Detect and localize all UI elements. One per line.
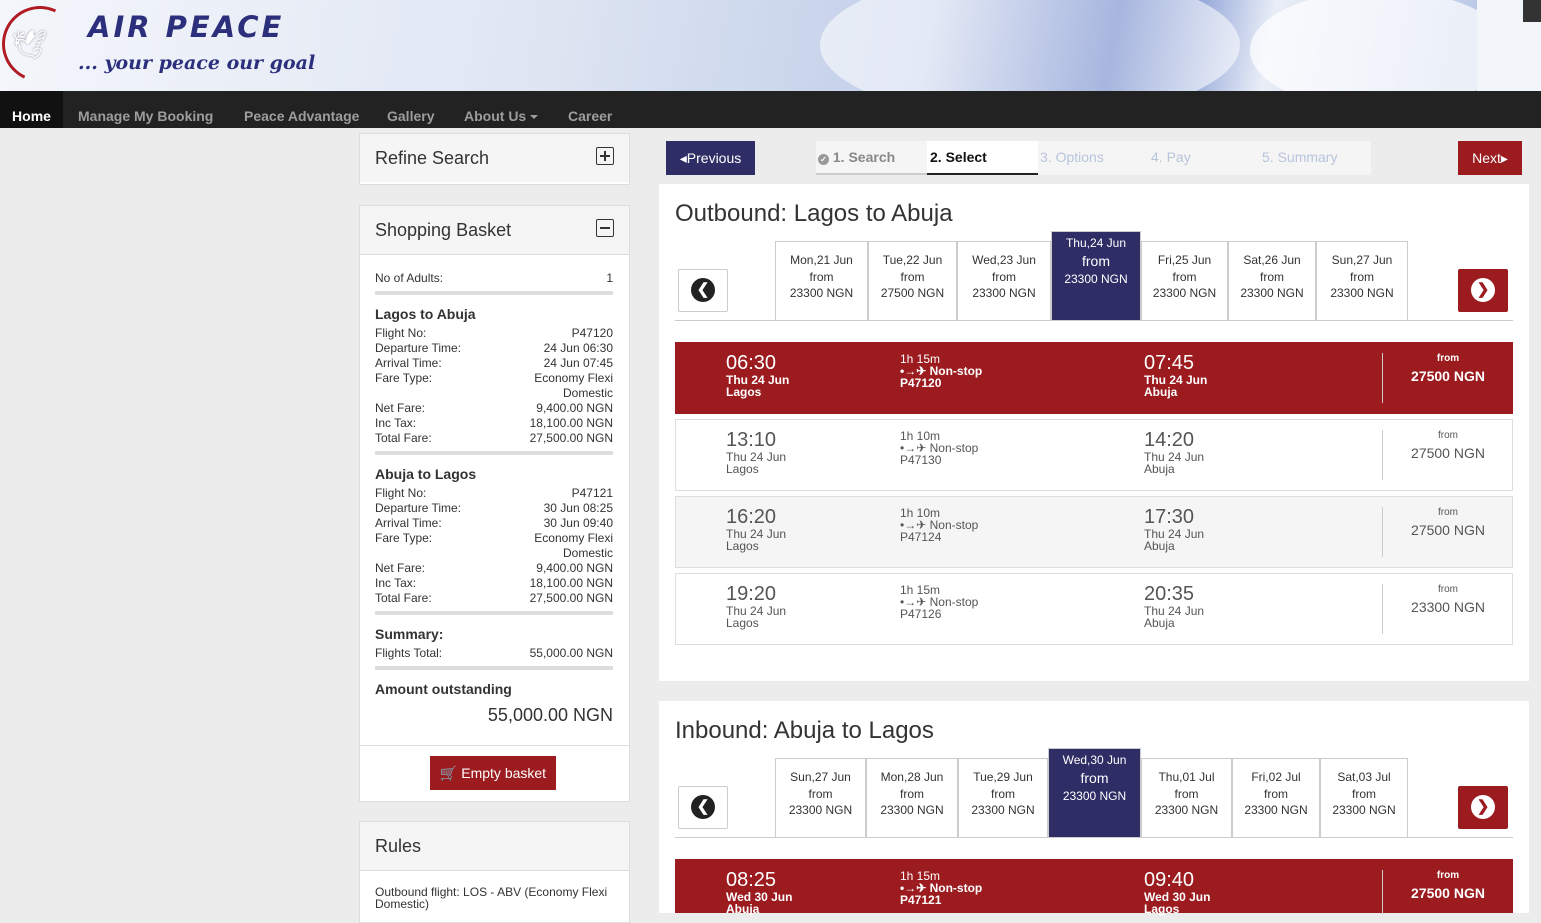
outbound-next-dates-button[interactable]: ❯ xyxy=(1458,269,1508,312)
rules-header[interactable]: Rules xyxy=(360,822,629,871)
flight-row[interactable]: 13:10 Thu 24 Jun Lagos 1h 10m •→✈ Non-st… xyxy=(675,419,1513,491)
chevron-right-icon: ❯ xyxy=(1471,278,1495,302)
outbound-prev-dates-button[interactable]: ❮ xyxy=(678,269,728,312)
shopping-basket-title: Shopping Basket xyxy=(375,220,512,240)
date-tab[interactable]: Mon,21 Jun from 23300 NGN xyxy=(775,241,868,320)
date-tab[interactable]: Tue,22 Jun from 27500 NGN xyxy=(868,241,957,320)
adults-label: No of Adults: xyxy=(375,271,444,285)
check-circle-icon: ✓ xyxy=(818,154,829,165)
flight-row[interactable]: 16:20 Thu 24 Jun Lagos 1h 10m •→✈ Non-st… xyxy=(675,496,1513,568)
collapse-icon[interactable] xyxy=(596,219,614,237)
empty-basket-label: Empty basket xyxy=(461,765,547,781)
flight-price: 27500 NGN xyxy=(1411,522,1485,538)
shopping-basket-header[interactable]: Shopping Basket xyxy=(360,206,629,255)
date-tab[interactable]: Sun,27 Jun from 23300 NGN xyxy=(1316,241,1408,320)
nav-gallery[interactable]: Gallery xyxy=(387,91,434,128)
brand-tagline: ... your peace our goal xyxy=(78,52,316,74)
refine-search-panel: Refine Search xyxy=(359,133,630,185)
date-tab-selected[interactable]: Thu,24 Jun from 23300 NGN xyxy=(1051,231,1141,320)
rules-panel: Rules Outbound flight: LOS - ABV (Econom… xyxy=(359,821,630,923)
step-pay: 4. Pay xyxy=(1151,149,1191,165)
caret-right-icon: ▸ xyxy=(1500,150,1508,166)
date-tab-selected[interactable]: Wed,30 Jun from 23300 NGN xyxy=(1048,748,1141,837)
date-tab[interactable]: Fri,25 Jun from 23300 NGN xyxy=(1141,241,1228,320)
empty-basket-button[interactable]: 🛒 Empty basket xyxy=(430,756,556,790)
flights-total-row: Flights Total: 55,000.00 NGN xyxy=(375,646,613,660)
date-tab[interactable]: Sat,26 Jun from 23300 NGN xyxy=(1228,241,1316,320)
flight-price: 27500 NGN xyxy=(1411,368,1485,384)
site-header: 🕊 AIR PEACE ... your peace our goal xyxy=(0,0,1541,91)
date-tab[interactable]: Tue,29 Jun from 23300 NGN xyxy=(958,758,1048,837)
next-label: Next xyxy=(1472,150,1501,166)
nav-about-us-label: About Us xyxy=(464,108,527,124)
refine-search-title: Refine Search xyxy=(375,148,490,168)
adults-row: No of Adults: 1 xyxy=(375,271,613,285)
nav-career[interactable]: Career xyxy=(568,91,612,128)
flight-row-selected[interactable]: 08:25 Wed 30 Jun Abuja 1h 15m •→✈ Non-st… xyxy=(675,859,1513,915)
shopping-basket-panel: Shopping Basket No of Adults: 1 Lagos to … xyxy=(359,205,630,802)
date-tab[interactable]: Wed,23 Jun from 23300 NGN xyxy=(957,241,1051,320)
chevron-right-icon: ❯ xyxy=(1471,795,1495,819)
chevron-left-icon: ❮ xyxy=(691,795,715,819)
step-options: 3. Options xyxy=(1040,149,1104,165)
flight-price: 23300 NGN xyxy=(1411,599,1485,615)
chevron-left-icon: ❮ xyxy=(691,278,715,302)
rules-text: Outbound flight: LOS - ABV (Economy Flex… xyxy=(375,885,608,911)
brand-logo-text[interactable]: AIR PEACE xyxy=(88,10,284,44)
refine-search-header[interactable]: Refine Search xyxy=(360,134,629,182)
previous-button[interactable]: ◂Previous xyxy=(666,141,755,175)
dove-logo-icon: 🕊 xyxy=(12,29,48,60)
inbound-title: Inbound: Abuja to Lagos xyxy=(675,717,934,744)
step-search[interactable]: ✓ 1. Search xyxy=(816,141,927,175)
date-tab[interactable]: Thu,01 Jul from 23300 NGN xyxy=(1141,758,1232,837)
nav-peace-advantage[interactable]: Peace Advantage xyxy=(244,91,359,128)
inbound-next-dates-button[interactable]: ❯ xyxy=(1458,786,1508,829)
leg-route-title: Lagos to Abuja xyxy=(375,306,476,322)
date-tab[interactable]: Mon,28 Jun from 23300 NGN xyxy=(866,758,958,837)
leg-route-title: Abuja to Lagos xyxy=(375,466,477,482)
caret-left-icon: ◂ xyxy=(679,150,687,166)
rules-title: Rules xyxy=(375,836,422,856)
next-button[interactable]: Next▸ xyxy=(1458,141,1522,175)
date-tab[interactable]: Sun,27 Jun from 23300 NGN xyxy=(775,758,866,837)
inbound-prev-dates-button[interactable]: ❮ xyxy=(678,786,728,829)
step-summary: 5. Summary xyxy=(1262,149,1338,165)
summary-title: Summary: xyxy=(375,626,444,642)
caret-down-icon xyxy=(530,115,539,120)
adults-value: 1 xyxy=(606,271,613,285)
outbound-title: Outbound: Lagos to Abuja xyxy=(675,200,953,227)
amount-outstanding-value: 55,000.00 NGN xyxy=(487,705,613,725)
main-navbar: Home Manage My Booking Peace Advantage G… xyxy=(0,91,1541,128)
previous-label: Previous xyxy=(686,150,742,166)
flight-row-selected[interactable]: 06:30 Thu 24 Jun Lagos 1h 15m •→✈ Non-st… xyxy=(675,342,1513,414)
flight-price: 27500 NGN xyxy=(1411,885,1485,901)
date-tab[interactable]: Fri,02 Jul from 23300 NGN xyxy=(1232,758,1320,837)
flight-price: 27500 NGN xyxy=(1411,445,1485,461)
nav-manage-my-booking[interactable]: Manage My Booking xyxy=(78,91,213,128)
nav-about-us[interactable]: About Us xyxy=(464,91,539,128)
date-tab[interactable]: Sat,03 Jul from 23300 NGN xyxy=(1320,758,1408,837)
amount-outstanding-label: Amount outstanding xyxy=(375,681,512,697)
expand-icon[interactable] xyxy=(596,147,614,165)
cart-icon: 🛒 xyxy=(439,765,458,781)
flight-row[interactable]: 19:20 Thu 24 Jun Lagos 1h 15m •→✈ Non-st… xyxy=(675,573,1513,645)
booking-steps: ✓ 1. Search 2. Select 3. Options 4. Pay … xyxy=(816,141,1371,175)
nav-home[interactable]: Home xyxy=(0,91,63,128)
step-select[interactable]: 2. Select xyxy=(927,141,1038,175)
